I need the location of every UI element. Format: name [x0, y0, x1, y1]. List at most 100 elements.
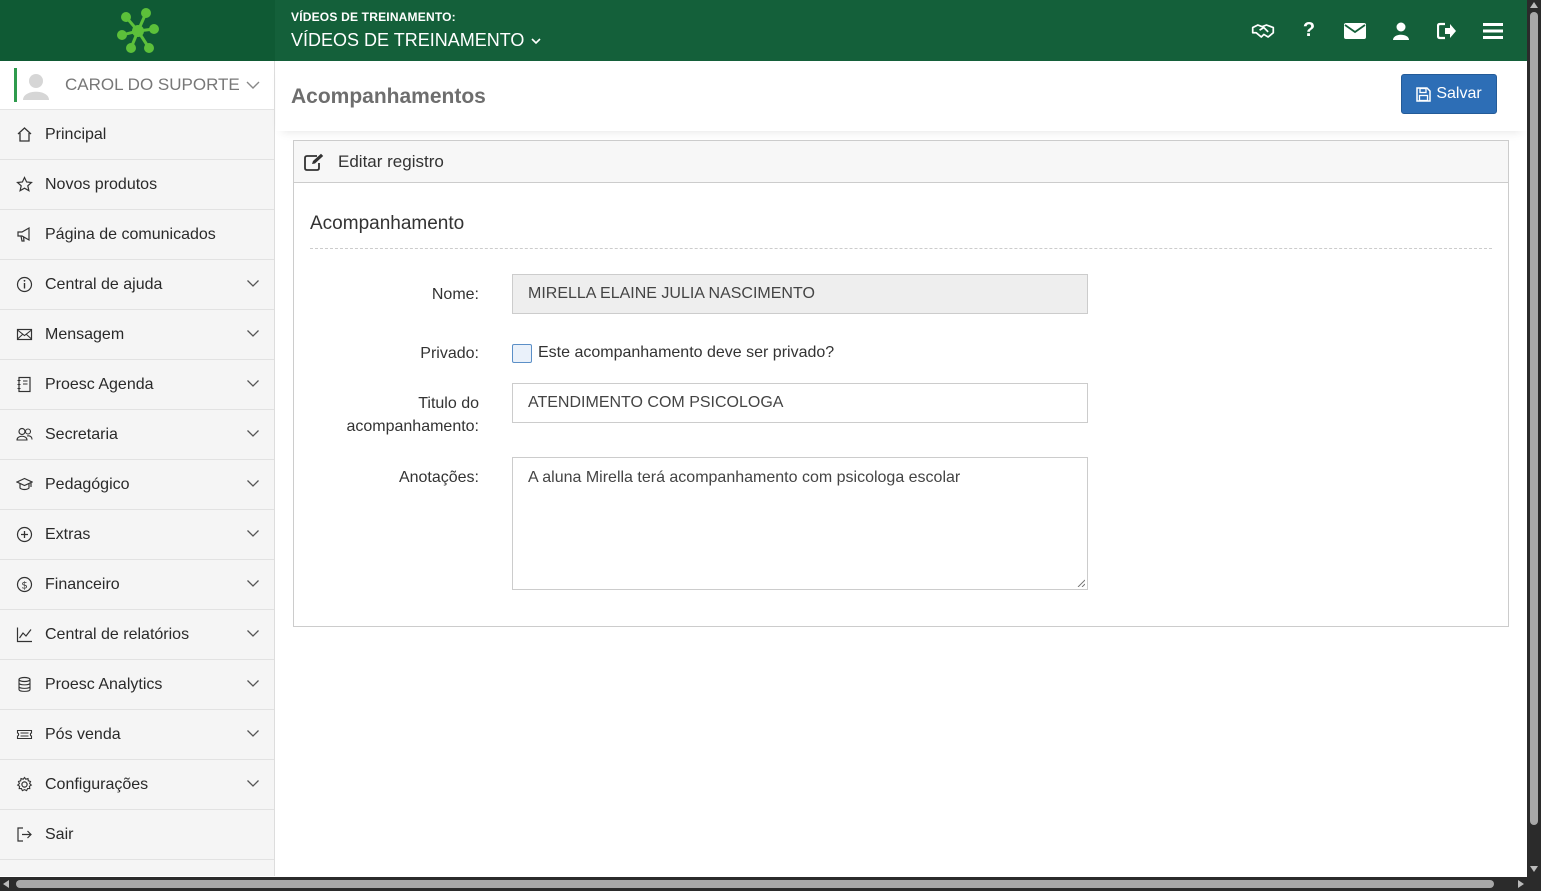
app-title-dropdown[interactable]: VÍDEOS DE TREINAMENTO: [291, 30, 542, 51]
avatar-icon: [23, 74, 49, 100]
agenda-icon: [16, 376, 33, 393]
chevron-down-icon: [531, 37, 541, 44]
section-title: Acompanhamento: [310, 213, 465, 234]
sidebar-item-proesc-analytics[interactable]: Proesc Analytics: [0, 660, 274, 710]
sidebar-item-extras[interactable]: Extras: [0, 510, 274, 560]
info-icon: [16, 276, 33, 293]
resize-grip-icon[interactable]: [1077, 579, 1085, 587]
sidebar-item-label: Central de ajuda: [45, 275, 163, 293]
graduation-icon: [16, 476, 33, 493]
sidebar-item-sair[interactable]: Sair: [0, 810, 274, 860]
sidebar-item-pagina-de-comunicados[interactable]: Página de comunicados: [0, 210, 274, 260]
sidebar-item-label: Proesc Analytics: [45, 675, 163, 693]
main-content: Acompanhamentos Salvar Editar registro A…: [276, 61, 1527, 876]
panel-header: Editar registro: [294, 141, 1508, 183]
edit-panel: Editar registro Acompanhamento Nome: MIR…: [293, 140, 1509, 627]
content-header: Acompanhamentos Salvar: [276, 61, 1527, 131]
sidebar-item-label: Secretaria: [45, 425, 118, 443]
horizontal-scrollbar[interactable]: [0, 877, 1541, 891]
title-label-line1: Titulo do: [418, 395, 479, 412]
save-button-label: Salvar: [1436, 85, 1482, 102]
save-button[interactable]: Salvar: [1401, 74, 1497, 114]
sidebar-item-label: Página de comunicados: [45, 225, 216, 243]
sidebar-item-label: Pedagógico: [45, 475, 130, 493]
scroll-down-icon[interactable]: [1530, 866, 1538, 872]
sidebar-item-secretaria[interactable]: Secretaria: [0, 410, 274, 460]
sidebar-item-novos-produtos[interactable]: Novos produtos: [0, 160, 274, 210]
private-checkbox-label[interactable]: Este acompanhamento deve ser privado?: [538, 344, 834, 362]
floppy-icon: [1416, 86, 1432, 102]
name-label: Nome:: [431, 286, 479, 303]
app-subtitle: VÍDEOS DE TREINAMENTO:: [291, 10, 456, 24]
svg-text:$: $: [21, 580, 27, 591]
chevron-down-icon: [247, 430, 259, 437]
user-name: CAROL DO SUPORTE: [65, 75, 240, 94]
home-icon: [16, 126, 33, 143]
plus-circle-icon: [16, 526, 33, 543]
chevron-down-icon: [246, 81, 260, 89]
private-label: Privado:: [420, 345, 479, 362]
chevron-down-icon: [247, 380, 259, 387]
sidebar-item-label: Proesc Agenda: [45, 375, 154, 393]
sidebar: CAROL DO SUPORTE Principal Novos produtos…: [0, 61, 275, 876]
exit-icon: [16, 826, 33, 843]
title-input[interactable]: ATENDIMENTO COM PSICOLOGA: [512, 383, 1088, 423]
sidebar-item-label: Sair: [45, 825, 74, 843]
sidebar-item-financeiro[interactable]: $ Financeiro: [0, 560, 274, 610]
user-icon[interactable]: [1389, 19, 1413, 43]
envelope-icon[interactable]: [1343, 19, 1367, 43]
sidebar-item-central-de-ajuda[interactable]: Central de ajuda: [0, 260, 274, 310]
sidebar-item-pos-venda[interactable]: Pós venda: [0, 710, 274, 760]
chevron-down-icon: [247, 730, 259, 737]
logout-icon[interactable]: [1435, 19, 1459, 43]
sidebar-item-label: Extras: [45, 525, 91, 543]
dollar-icon: $: [16, 576, 33, 593]
notes-label: Anotações:: [398, 469, 479, 486]
sidebar-item-mensagem[interactable]: Mensagem: [0, 310, 274, 360]
help-icon[interactable]: ?: [1297, 19, 1321, 43]
avatar: [21, 70, 51, 100]
handshake-icon[interactable]: [1251, 19, 1275, 43]
chevron-down-icon: [247, 530, 259, 537]
megaphone-icon: [16, 226, 33, 243]
panel-heading: Editar registro: [338, 151, 444, 171]
chevron-down-icon: [247, 480, 259, 487]
scroll-left-icon[interactable]: [3, 880, 9, 888]
title-label: Titulo do acompanhamento:: [346, 392, 479, 438]
sidebar-item-label: Central de relatórios: [45, 625, 190, 643]
user-menu[interactable]: CAROL DO SUPORTE: [0, 61, 274, 110]
users-icon: [16, 426, 33, 443]
ticket-icon: [16, 726, 33, 743]
sidebar-item-configuracoes[interactable]: Configurações: [0, 760, 274, 810]
name-field: MIRELLA ELAINE JULIA NASCIMENTO: [512, 274, 1088, 314]
private-checkbox[interactable]: [512, 344, 532, 363]
notes-textarea[interactable]: A aluna Mirella terá acompanhamento com …: [512, 457, 1088, 590]
sidebar-item-label: Novos produtos: [45, 175, 158, 193]
logo[interactable]: [0, 0, 275, 61]
chevron-down-icon: [247, 630, 259, 637]
chevron-down-icon: [247, 580, 259, 587]
sidebar-item-principal[interactable]: Principal: [0, 110, 274, 160]
gear-icon: [16, 776, 33, 793]
title-label-line2: acompanhamento:: [346, 418, 479, 435]
scroll-right-icon[interactable]: [1518, 880, 1524, 888]
vertical-scroll-thumb[interactable]: [1530, 12, 1538, 825]
section-divider: [310, 248, 1492, 249]
sidebar-item-proesc-agenda[interactable]: Proesc Agenda: [0, 360, 274, 410]
vertical-scrollbar[interactable]: [1527, 0, 1541, 877]
user-accent-bar: [14, 68, 17, 102]
sidebar-item-label: Mensagem: [45, 325, 125, 343]
menu-icon[interactable]: [1481, 19, 1505, 43]
sidebar-item-pedagogico[interactable]: Pedagógico: [0, 460, 274, 510]
chevron-down-icon: [247, 330, 259, 337]
chart-icon: [16, 626, 33, 643]
horizontal-scroll-thumb[interactable]: [16, 880, 1494, 888]
chevron-down-icon: [247, 280, 259, 287]
sidebar-item-label: Financeiro: [45, 575, 120, 593]
notes-text: A aluna Mirella terá acompanhamento com …: [528, 469, 961, 486]
scroll-up-icon[interactable]: [1530, 2, 1538, 8]
top-bar: VÍDEOS DE TREINAMENTO: VÍDEOS DE TREINAM…: [0, 0, 1527, 61]
chevron-down-icon: [247, 680, 259, 687]
page-title: Acompanhamentos: [291, 85, 486, 108]
sidebar-item-central-de-relatorios[interactable]: Central de relatórios: [0, 610, 274, 660]
